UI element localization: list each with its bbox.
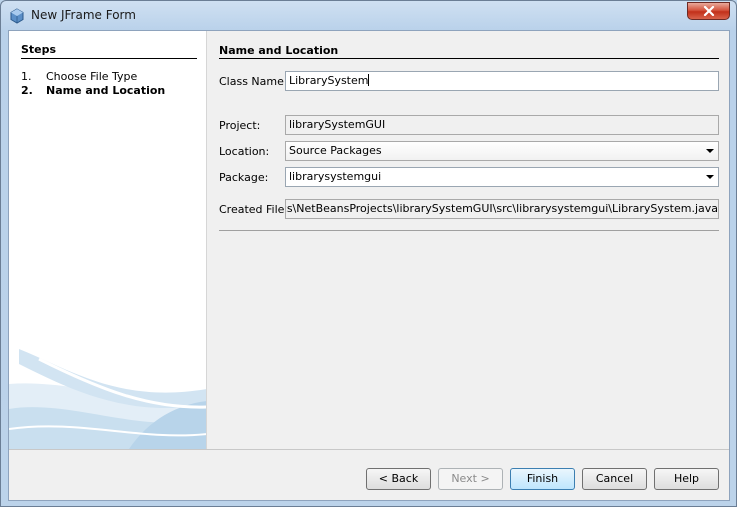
chevron-down-icon bbox=[706, 149, 714, 153]
step-item-name-and-location: 2. Name and Location bbox=[21, 84, 165, 97]
step-label: Name and Location bbox=[46, 84, 166, 97]
form-divider bbox=[219, 230, 719, 231]
step-number: 2. bbox=[21, 84, 33, 97]
next-button[interactable]: Next > bbox=[438, 468, 503, 490]
class-name-value: LibrarySystem bbox=[289, 74, 369, 87]
class-name-label: Class Name: bbox=[219, 75, 288, 88]
location-value: Source Packages bbox=[289, 144, 382, 157]
text-caret bbox=[368, 74, 370, 86]
back-button[interactable]: < Back bbox=[366, 468, 431, 490]
help-button[interactable]: Help bbox=[654, 468, 719, 490]
created-file-value: MiguelDocs\NetBeansProjects\librarySyste… bbox=[286, 202, 718, 215]
location-dropdown[interactable]: Source Packages bbox=[285, 141, 719, 161]
dialog-window: New JFrame Form Steps 1. Choose File Type… bbox=[0, 0, 737, 507]
close-button[interactable] bbox=[687, 2, 730, 20]
title-bar[interactable]: New JFrame Form bbox=[1, 1, 736, 30]
steps-title: Steps bbox=[21, 43, 57, 56]
created-file-label: Created File: bbox=[219, 203, 289, 216]
created-file-field: MiguelDocs\NetBeansProjects\librarySyste… bbox=[285, 199, 719, 219]
finish-button[interactable]: Finish bbox=[510, 468, 575, 490]
step-item-choose-file-type: 1. Choose File Type bbox=[21, 70, 137, 83]
step-label: Choose File Type bbox=[46, 70, 138, 83]
section-title: Name and Location bbox=[219, 44, 339, 57]
close-icon bbox=[703, 6, 714, 16]
package-value: librarysystemgui bbox=[289, 170, 382, 183]
window-title: New JFrame Form bbox=[31, 8, 136, 22]
step-number: 1. bbox=[21, 70, 32, 83]
netbeans-app-icon bbox=[10, 8, 24, 24]
button-bar: < Back Next > Finish Cancel Help bbox=[9, 449, 729, 500]
chevron-down-icon bbox=[706, 175, 714, 179]
steps-divider bbox=[21, 58, 197, 59]
wizard-decoration-graphic bbox=[9, 349, 206, 449]
package-combo[interactable]: librarysystemgui bbox=[285, 167, 719, 187]
cancel-button[interactable]: Cancel bbox=[582, 468, 647, 490]
class-name-input[interactable]: LibrarySystem bbox=[285, 71, 719, 91]
package-label: Package: bbox=[219, 171, 269, 184]
project-field: librarySystemGUI bbox=[285, 115, 719, 135]
section-divider bbox=[219, 58, 719, 59]
location-label: Location: bbox=[219, 145, 270, 158]
dialog-content: Steps 1. Choose File Type 2. Name and Loca… bbox=[8, 30, 730, 501]
steps-panel: Steps 1. Choose File Type 2. Name and Loca… bbox=[9, 31, 207, 449]
project-label: Project: bbox=[219, 119, 261, 132]
